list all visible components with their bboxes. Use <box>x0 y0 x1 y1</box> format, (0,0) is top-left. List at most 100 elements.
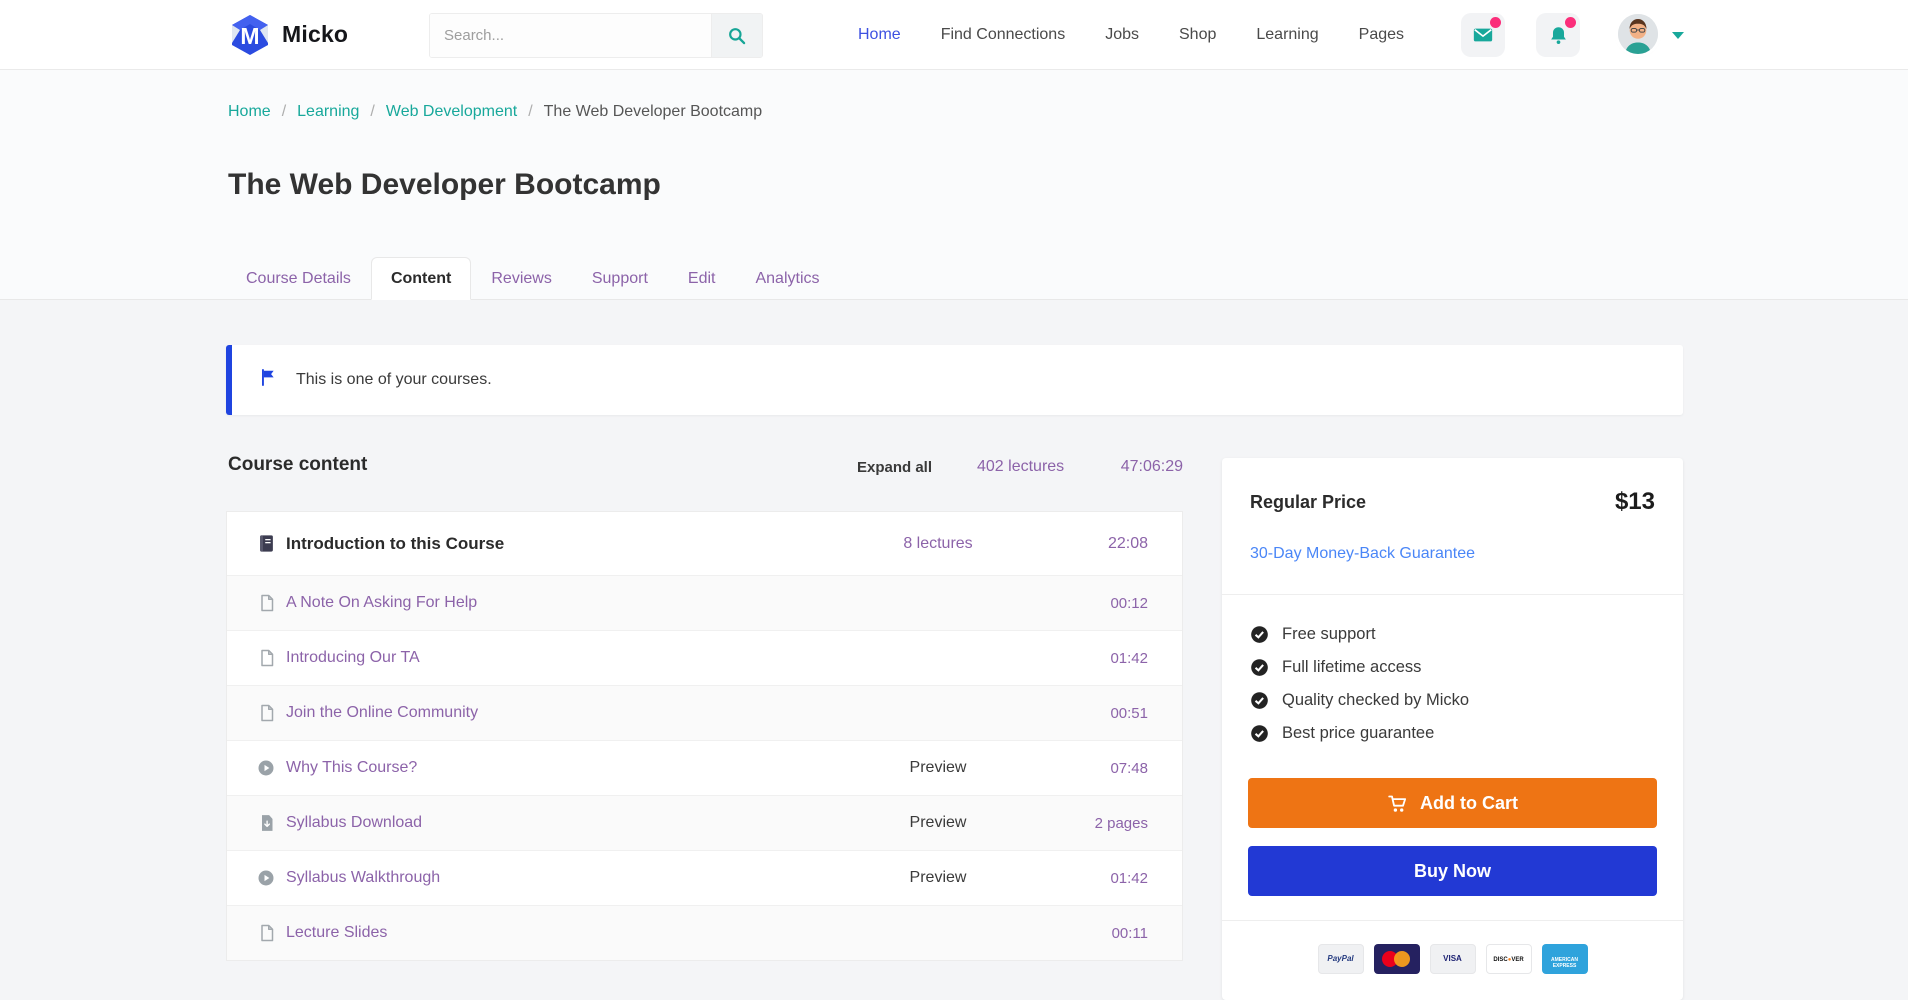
nav-link-learning[interactable]: Learning <box>1256 26 1318 44</box>
breadcrumb-separator: / <box>370 103 375 120</box>
nav-link-pages[interactable]: Pages <box>1359 26 1404 44</box>
breadcrumb-separator: / <box>281 103 287 120</box>
feature-item: Best price guarantee <box>1250 720 1655 746</box>
messages-button[interactable] <box>1461 13 1505 57</box>
tab-content[interactable]: Content <box>370 257 472 300</box>
lecture-title-link[interactable]: Why This Course? <box>286 759 848 777</box>
messages-badge <box>1490 17 1501 28</box>
book-icon <box>257 534 275 553</box>
lecture-row: Join the Online Community 00:51 <box>227 685 1182 740</box>
check-circle-icon <box>1251 691 1268 709</box>
buy-now-label: Buy Now <box>1413 860 1491 881</box>
lecture-title-link[interactable]: Syllabus Walkthrough <box>286 869 848 887</box>
nav-link-find-connections[interactable]: Find Connections <box>941 26 1066 44</box>
file-icon <box>257 649 275 667</box>
lecture-title-link[interactable]: Syllabus Download <box>286 814 848 832</box>
page-header-band: Home / Learning / Web Development / The Web De… <box>0 69 1908 300</box>
payment-visa-icon: VISA <box>1429 944 1476 974</box>
notifications-badge <box>1565 17 1576 28</box>
breadcrumb-home[interactable]: Home <box>228 103 271 120</box>
feature-item: Free support <box>1250 621 1655 647</box>
file-icon <box>257 594 275 612</box>
file-icon <box>257 704 275 722</box>
user-avatar[interactable] <box>1618 14 1658 54</box>
lecture-row: A Note On Asking For Help 00:12 <box>227 575 1182 630</box>
breadcrumb-web-development[interactable]: Web Development <box>386 103 517 120</box>
add-to-cart-button[interactable]: Add to Cart <box>1248 778 1657 828</box>
brand-name[interactable]: Micko <box>282 0 348 69</box>
micko-logo-icon[interactable]: M <box>229 13 271 57</box>
alert-message: This is one of your courses. <box>296 371 492 388</box>
tab-course-details[interactable]: Course Details <box>226 257 371 300</box>
search-icon <box>729 27 746 44</box>
search-input[interactable] <box>430 14 711 57</box>
search-button[interactable] <box>711 14 762 57</box>
check-circle-icon <box>1251 625 1268 643</box>
course-content-heading: Course content <box>228 454 368 475</box>
payment-mastercard-icon <box>1373 944 1420 974</box>
feature-text: Best price guarantee <box>1282 723 1435 742</box>
section-lecture-count: 8 lectures <box>903 534 973 552</box>
breadcrumb-learning[interactable]: Learning <box>297 103 359 120</box>
price-section: Regular Price $13 30-Day Money-Back Guar… <box>1222 458 1683 595</box>
lecture-title-link[interactable]: A Note On Asking For Help <box>286 594 848 612</box>
top-navbar: M Micko Home Find Connections Jobs Shop … <box>0 0 1908 70</box>
tab-analytics[interactable]: Analytics <box>735 257 839 300</box>
section-title: Introduction to this Course <box>286 533 505 553</box>
purchase-card: Regular Price $13 30-Day Money-Back Guar… <box>1222 458 1683 1000</box>
nav-link-home[interactable]: Home <box>858 26 901 44</box>
payment-methods: PayPal VISA DISC●VER AMERICAN EXPRESS <box>1222 921 1683 1000</box>
owner-course-alert: This is one of your courses. <box>226 345 1683 415</box>
lecture-duration: 00:11 <box>1111 924 1148 942</box>
breadcrumb-current: The Web Developer Bootcamp <box>543 103 763 120</box>
feature-text: Quality checked by Micko <box>1282 690 1470 709</box>
price-label: Regular Price <box>1250 492 1367 512</box>
lecture-duration: 01:42 <box>1110 869 1148 887</box>
file-arrow-down-icon <box>257 814 275 832</box>
lecture-list: Introduction to this Course 8 lectures 2… <box>226 511 1183 961</box>
nav-link-jobs[interactable]: Jobs <box>1105 26 1139 44</box>
lecture-duration: 00:51 <box>1110 704 1148 722</box>
tab-edit[interactable]: Edit <box>668 257 736 300</box>
page-title: The Web Developer Bootcamp <box>228 168 661 201</box>
lecture-row: Lecture Slides 00:11 <box>227 905 1182 960</box>
price-value: $13 <box>1614 488 1655 515</box>
lecture-duration: 01:42 <box>1110 649 1148 667</box>
tab-reviews[interactable]: Reviews <box>471 257 571 300</box>
envelope-icon <box>1473 28 1493 42</box>
nav-link-shop[interactable]: Shop <box>1179 26 1216 44</box>
lecture-duration: 2 pages <box>1094 814 1148 832</box>
preview-label[interactable]: Preview <box>848 814 1028 832</box>
lecture-title-link[interactable]: Join the Online Community <box>286 704 848 722</box>
section-header-row[interactable]: Introduction to this Course 8 lectures 2… <box>227 512 1182 575</box>
lecture-row: Syllabus Download Preview 2 pages <box>227 795 1182 850</box>
money-back-guarantee-link[interactable]: 30-Day Money-Back Guarantee <box>1250 544 1655 564</box>
profile-chevron-down-icon[interactable] <box>1672 32 1684 39</box>
play-circle-icon <box>257 869 275 887</box>
lecture-title-link[interactable]: Lecture Slides <box>286 924 848 942</box>
preview-label[interactable]: Preview <box>848 869 1028 887</box>
buy-now-button[interactable]: Buy Now <box>1248 846 1657 896</box>
feature-item: Full lifetime access <box>1250 654 1655 680</box>
tab-support[interactable]: Support <box>572 257 668 300</box>
purchase-buttons: Add to Cart Buy Now <box>1222 778 1683 896</box>
course-content-header: Course content Expand all 402 lectures 4… <box>226 450 1183 490</box>
expand-all-button[interactable]: Expand all <box>857 459 932 476</box>
feature-list: Free support Full lifetime access Qualit… <box>1222 595 1683 767</box>
course-tabs: Course Details Content Reviews Support E… <box>226 257 840 300</box>
lecture-title-link[interactable]: Introducing Our TA <box>286 649 848 667</box>
lecture-row: Introducing Our TA 01:42 <box>227 630 1182 685</box>
feature-text: Full lifetime access <box>1282 657 1422 676</box>
play-circle-icon <box>257 759 275 777</box>
main-nav: Home Find Connections Jobs Shop Learning… <box>858 0 1404 69</box>
notifications-button[interactable] <box>1536 13 1580 57</box>
shopping-cart-icon <box>1388 795 1407 812</box>
feature-item: Quality checked by Micko <box>1250 687 1655 713</box>
breadcrumb-separator: / <box>528 103 533 120</box>
flag-icon <box>259 368 278 392</box>
check-circle-icon <box>1251 658 1268 676</box>
section-duration: 22:08 <box>1107 534 1148 552</box>
preview-label[interactable]: Preview <box>848 759 1028 777</box>
search-box <box>429 13 763 58</box>
breadcrumb: Home / Learning / Web Development / The Web De… <box>228 102 762 122</box>
